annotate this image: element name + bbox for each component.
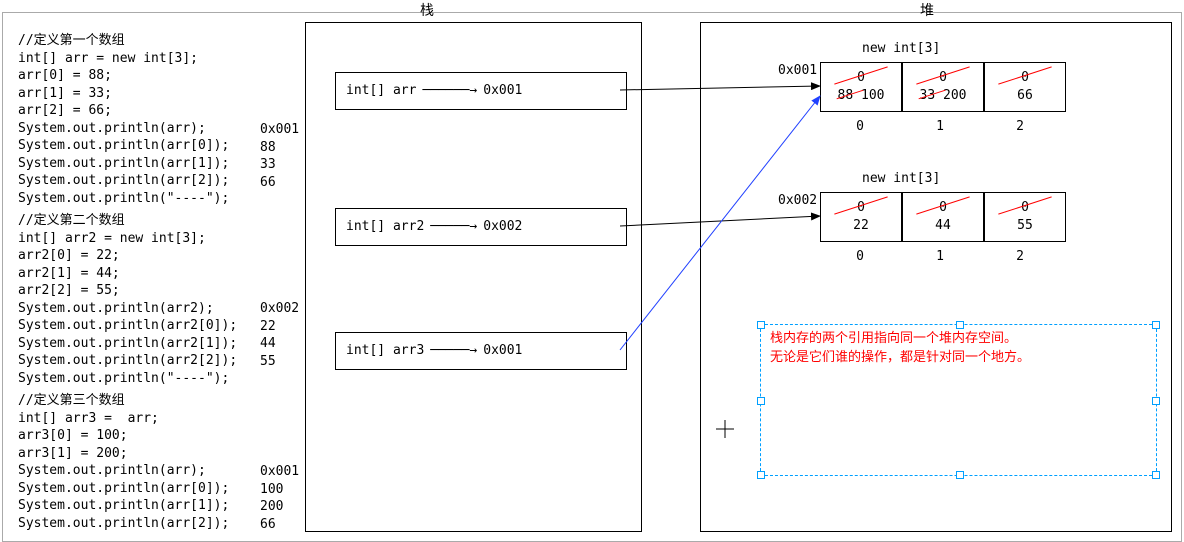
heap-cell: 0 66 [984, 62, 1066, 112]
selection-handle-icon [1152, 397, 1160, 405]
note-text: 栈内存的两个引用指向同一个堆内存空间。 无论是它们谁的操作，都是针对同一个地方。 [770, 330, 1030, 368]
code-block-1: //定义第一个数组 int[] arr = new int[3]; arr[0]… [18, 32, 298, 207]
cell-index: 2 [980, 118, 1060, 136]
arrow-icon: ──────→ [422, 82, 477, 100]
heap-cell: 0 33 200 [902, 62, 984, 112]
var-name: int[] arr3 [346, 342, 424, 360]
code-block-3: //定义第三个数组 int[] arr3 = arr; arr3[0] = 10… [18, 392, 298, 532]
cell-index: 1 [900, 118, 980, 136]
var-name: int[] arr2 [346, 218, 424, 236]
cell-index: 0 [820, 248, 900, 266]
cell-init: 0 [1021, 200, 1029, 215]
selection-handle-icon [757, 471, 765, 479]
selection-handle-icon [1152, 471, 1160, 479]
selection-handle-icon [757, 321, 765, 329]
cell-new: 100 [861, 88, 884, 103]
heap-cells-1: 0 88 100 0 33 200 0 66 [820, 62, 1066, 112]
note-line-1: 栈内存的两个引用指向同一个堆内存空间。 [770, 330, 1030, 349]
heap-addr-2: 0x002 [778, 192, 817, 210]
cell-new: 66 [1017, 88, 1033, 103]
cell-init: 0 [857, 200, 865, 215]
heap-cell: 0 44 [902, 192, 984, 242]
cell-index: 2 [980, 248, 1060, 266]
stack-var-arr2: int[] arr2 ─────→ 0x002 [335, 208, 627, 246]
arrow-icon: ─────→ [430, 342, 477, 360]
cell-init: 0 [939, 200, 947, 215]
heap-cell: 0 22 [820, 192, 902, 242]
heap-idx-2: 0 1 2 [820, 242, 1060, 266]
var-addr: 0x001 [483, 82, 522, 100]
heap-idx-1: 0 1 2 [820, 112, 1060, 136]
selection-handle-icon [956, 471, 964, 479]
cell-new: 44 [935, 218, 951, 233]
cell-new: 200 [943, 88, 966, 103]
cell-index: 0 [820, 118, 900, 136]
var-name: int[] arr [346, 82, 416, 100]
cell-init: 0 [1021, 70, 1029, 85]
cell-index: 1 [900, 248, 980, 266]
cell-init: 0 [939, 70, 947, 85]
heap-label-2: new int[3] [862, 170, 940, 188]
heap-cell: 0 55 [984, 192, 1066, 242]
heap-label-1: new int[3] [862, 40, 940, 58]
selection-handle-icon [757, 397, 765, 405]
code-block-2: //定义第二个数组 int[] arr2 = new int[3]; arr2[… [18, 212, 298, 387]
selection-handle-icon [1152, 321, 1160, 329]
stack-var-arr: int[] arr ──────→ 0x001 [335, 72, 627, 110]
arrow-icon: ─────→ [430, 218, 477, 236]
heap-addr-1: 0x001 [778, 62, 817, 80]
note-line-2: 无论是它们谁的操作，都是针对同一个地方。 [770, 349, 1030, 368]
page: 栈 堆 //定义第一个数组 int[] arr = new int[3]; ar… [0, 0, 1184, 542]
output-block-3: 0x001 100 200 66 [260, 463, 299, 533]
selection-handle-icon [956, 321, 964, 329]
stack-title: 栈 [420, 2, 434, 21]
heap-cells-2: 0 22 0 44 0 55 [820, 192, 1066, 242]
heap-cell: 0 88 100 [820, 62, 902, 112]
cell-init: 0 [857, 70, 865, 85]
heap-title: 堆 [920, 2, 934, 21]
stack-var-arr3: int[] arr3 ─────→ 0x001 [335, 332, 627, 370]
output-block-2: 0x002 22 44 55 [260, 300, 299, 370]
cell-new: 55 [1017, 218, 1033, 233]
var-addr: 0x001 [483, 342, 522, 360]
output-block-1: 0x001 88 33 66 [260, 121, 299, 191]
cell-new: 22 [853, 218, 869, 233]
var-addr: 0x002 [483, 218, 522, 236]
